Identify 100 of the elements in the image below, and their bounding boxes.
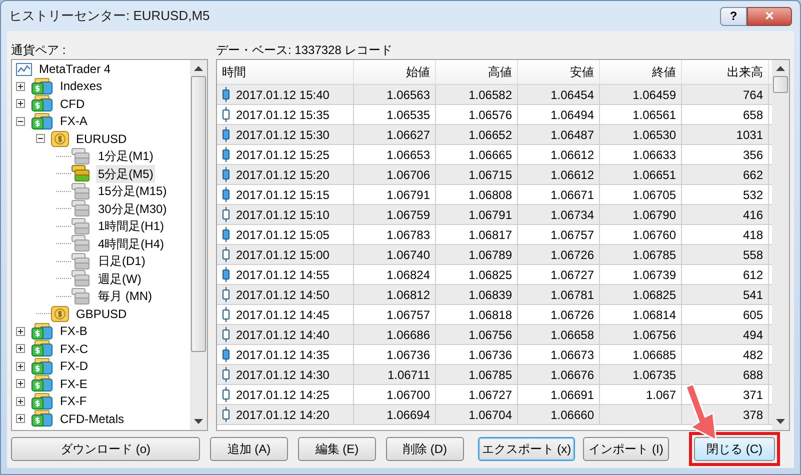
expand-toggle[interactable]	[16, 99, 25, 108]
scrollbar[interactable]	[772, 60, 789, 430]
tree-label: 通貨ペア :	[11, 42, 67, 57]
tree-item[interactable]: 30分足(M30)	[96, 200, 169, 218]
table-cell-text: 1.06756	[632, 326, 676, 344]
table-cell-text: 2017.01.12 14:30	[236, 366, 330, 384]
tree-item[interactable]: 1時間足(H1)	[96, 217, 166, 236]
table-cell-text: 1.06561	[632, 106, 676, 124]
table-cell-text: 378	[742, 406, 763, 424]
table-cell-text: 1.06563	[386, 86, 430, 104]
tree-item[interactable]: CFD	[58, 94, 87, 113]
collapse-toggle[interactable]	[36, 134, 45, 144]
table-cell-text: 1.06612	[550, 166, 594, 184]
tree-item[interactable]: 5分足(M5)	[96, 164, 156, 183]
table-cell-text: 1.06454	[550, 86, 594, 104]
tree-item[interactable]: MetaTrader 4	[37, 60, 113, 78]
collapse-toggle[interactable]	[16, 116, 25, 126]
expand-toggle[interactable]	[16, 396, 25, 406]
table-cell-text: 2017.01.12 14:45	[236, 306, 330, 324]
table-cell-text: 1.06781	[550, 286, 594, 304]
table-cell-text: 1.06487	[550, 126, 594, 144]
expand-toggle[interactable]	[16, 344, 25, 354]
tree-item[interactable]: FX-D	[58, 357, 90, 376]
table-cell-text: 1.06686	[386, 326, 430, 344]
folder-coins-icon	[31, 95, 53, 112]
tree-item[interactable]: GBPUSD	[74, 304, 129, 323]
table-cell-text: 1.06700	[386, 386, 430, 404]
expand-toggle[interactable]	[16, 414, 25, 424]
tree-item[interactable]: 日足(D1)	[96, 252, 148, 270]
tree-item[interactable]: 15分足(M15)	[96, 182, 169, 200]
dialog-button[interactable]: 削除 (D)	[386, 437, 464, 461]
database-icon	[71, 270, 91, 288]
scrollbar[interactable]	[190, 60, 207, 430]
tree-item[interactable]: 1分足(M1)	[96, 147, 156, 166]
table-cell-text: 2017.01.12 15:20	[236, 166, 330, 184]
tree-item[interactable]: FX-C	[58, 340, 90, 358]
table-cell-text: 416	[742, 206, 763, 224]
table-cell-text: 1.06715	[468, 166, 512, 184]
tree-item[interactable]: FX-F	[58, 392, 89, 410]
column-header[interactable]: 始値	[354, 60, 436, 84]
table-cell-text: 2017.01.12 15:25	[236, 146, 330, 164]
database-icon	[71, 148, 91, 165]
table-cell-text: 1.06757	[386, 306, 430, 324]
scroll-thumb[interactable]	[191, 76, 206, 352]
scroll-up-icon[interactable]	[776, 66, 785, 71]
tree-item[interactable]: FX-A	[58, 112, 90, 130]
table-cell-text: 2017.01.12 14:55	[236, 266, 330, 284]
table-cell-text: 1.06783	[386, 226, 430, 244]
record-count-label: デー・ベース: 1337328 レコード	[216, 42, 394, 57]
table-cell-text: 658	[742, 106, 763, 124]
table-cell-text: 371	[742, 386, 763, 404]
folder-coins-icon	[31, 322, 53, 340]
expand-toggle[interactable]	[16, 326, 25, 336]
column-header[interactable]: 時間	[217, 60, 354, 84]
dollar-coin-icon	[51, 130, 69, 147]
tree-item[interactable]: FX-B	[58, 322, 90, 340]
table-cell-text: 1.06756	[468, 326, 512, 344]
table-cell-text: 1.06665	[468, 146, 512, 164]
table-cell-text: 1.06711	[388, 366, 430, 384]
scroll-down-icon[interactable]	[194, 419, 203, 424]
table-cell-text: 1.06785	[468, 366, 512, 384]
table-cell-text: 2017.01.12 14:35	[236, 346, 330, 364]
table-cell-text: 1.06825	[632, 286, 676, 304]
plus-icon	[17, 362, 24, 370]
table-cell-text: 1.06824	[386, 266, 430, 284]
table-cell-text: 2017.01.12 14:25	[236, 386, 330, 404]
tree-item[interactable]: 週足(W)	[96, 270, 144, 288]
database-icon	[71, 200, 91, 218]
table-cell-text: 1.06757	[550, 226, 594, 244]
scroll-up-icon[interactable]	[194, 66, 203, 71]
dialog-button[interactable]: 閉じる (C)	[694, 437, 775, 461]
scroll-thumb[interactable]	[773, 76, 788, 93]
table-cell-text: 1.06691	[550, 386, 594, 404]
dialog-button[interactable]: 追加 (A)	[210, 437, 288, 461]
table-cell-text: 612	[742, 266, 763, 284]
expand-toggle[interactable]	[16, 82, 25, 91]
scroll-down-icon[interactable]	[776, 419, 785, 424]
dialog-button[interactable]: インポート (I)	[583, 437, 669, 461]
column-header[interactable]: 終値	[600, 60, 682, 84]
expand-toggle[interactable]	[16, 379, 25, 388]
dialog-button[interactable]: 編集 (E)	[298, 437, 376, 461]
table-cell-text: 1.06740	[386, 246, 430, 264]
dialog-button[interactable]: エクスポート (x)	[478, 437, 575, 461]
database-icon	[71, 288, 91, 305]
tree-item[interactable]: FX-E	[58, 374, 90, 393]
tree-item[interactable]: CFD-Metals	[58, 410, 126, 428]
tree-item[interactable]: EURUSD	[74, 130, 129, 148]
tree-item[interactable]: Indexes	[58, 77, 104, 96]
table-cell-text: 1.06739	[632, 266, 676, 284]
table-cell-text: 1.06825	[468, 266, 512, 284]
expand-toggle[interactable]	[16, 362, 25, 371]
column-header[interactable]: 安値	[518, 60, 600, 84]
chart-icon	[16, 62, 32, 76]
table-cell-text: 1.06694	[386, 406, 430, 424]
dialog-button[interactable]: ダウンロード (o)	[11, 437, 200, 461]
tree-item[interactable]: 毎月 (MN)	[96, 287, 154, 306]
help-button[interactable]: ?	[720, 6, 747, 26]
column-header[interactable]: 高値	[436, 60, 518, 84]
column-header[interactable]: 出来高	[682, 60, 769, 84]
tree-item[interactable]: 4時間足(H4)	[96, 234, 166, 253]
